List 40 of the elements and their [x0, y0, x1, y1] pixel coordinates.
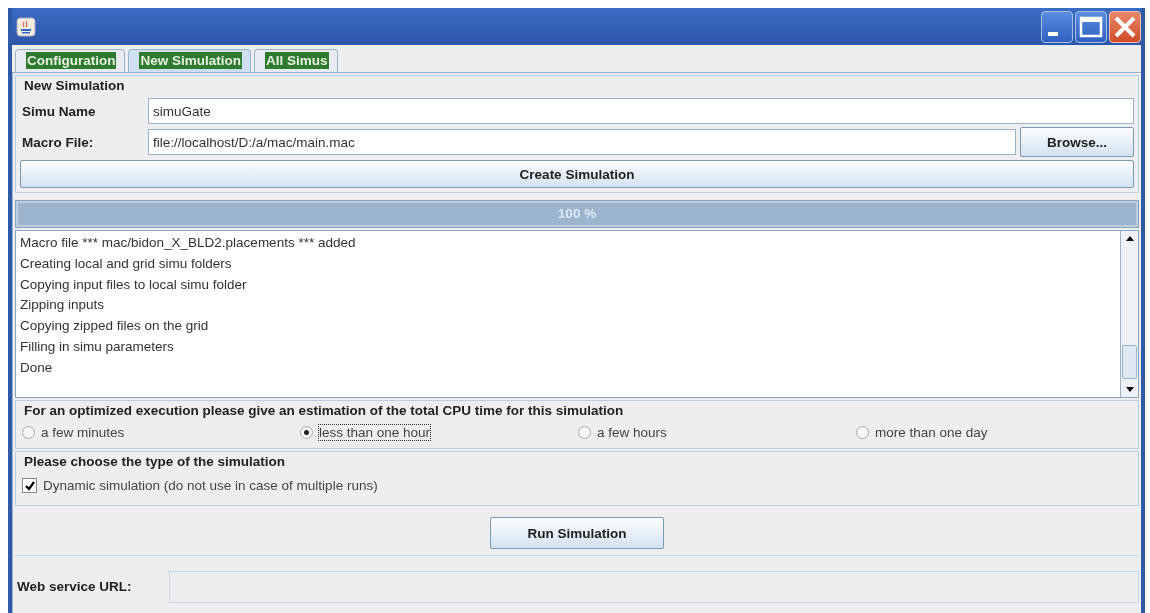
minimize-icon — [1048, 31, 1058, 36]
group-title: For an optimized execution please give an estimation of the total CPU time for this simulation — [23, 402, 625, 420]
log-line: Copying input files to local simu folder — [20, 275, 248, 294]
field-label: Simu Name — [21, 103, 97, 119]
field-label: Web service URL: — [16, 579, 133, 594]
app-icon — [16, 16, 36, 37]
log-line: Done — [20, 358, 54, 377]
run-simulation-button[interactable]: Run Simulation — [490, 517, 664, 549]
radio-button[interactable] — [22, 426, 35, 439]
text-field[interactable]: file://localhost/D:/a/mac/main.mac — [148, 129, 1016, 155]
log-line: Creating local and grid simu folders — [20, 254, 233, 273]
create-simulation-button[interactable]: Create Simulation — [20, 160, 1134, 188]
scroll-thumb[interactable] — [1122, 345, 1137, 379]
radio-option[interactable]: more than one day — [856, 425, 1134, 440]
log-line: Filling in simu parameters — [20, 338, 175, 356]
log-line: Macro file *** mac/bidon_X_BLD2.placements *** added — [20, 234, 357, 252]
tab[interactable]: All Simus — [254, 49, 338, 72]
group-title: New Simulation — [23, 77, 126, 95]
radio-button[interactable] — [300, 426, 313, 439]
text-field[interactable] — [169, 570, 1139, 603]
minimize-button[interactable] — [1041, 10, 1073, 43]
radio-option[interactable]: less than one hour — [300, 425, 578, 440]
tab[interactable]: New Simulation — [128, 49, 251, 72]
tab[interactable]: Configuration — [15, 49, 126, 72]
browse-button[interactable]: Browse... — [1020, 127, 1134, 157]
checkbox-option[interactable]: Dynamic simulation (do not use in case of multiple runs) — [20, 474, 1134, 501]
log-line: Zipping inputs — [20, 296, 106, 315]
radio-option[interactable]: a few minutes — [22, 425, 300, 440]
group-title: Please choose the type of the simulation — [23, 453, 287, 471]
field-label: Macro File: — [21, 134, 95, 150]
radio-option[interactable]: a few hours — [578, 425, 856, 440]
log-line: Copying zipped files on the grid — [20, 317, 210, 336]
progress-text: 100 % — [556, 206, 598, 221]
close-button[interactable] — [1109, 10, 1141, 43]
maximize-button[interactable] — [1075, 10, 1107, 43]
scrollbar[interactable] — [1120, 231, 1138, 397]
checkbox[interactable] — [22, 478, 37, 493]
radio-button[interactable] — [578, 426, 591, 439]
text-field[interactable]: simuGate — [148, 98, 1134, 124]
radio-button[interactable] — [856, 426, 869, 439]
